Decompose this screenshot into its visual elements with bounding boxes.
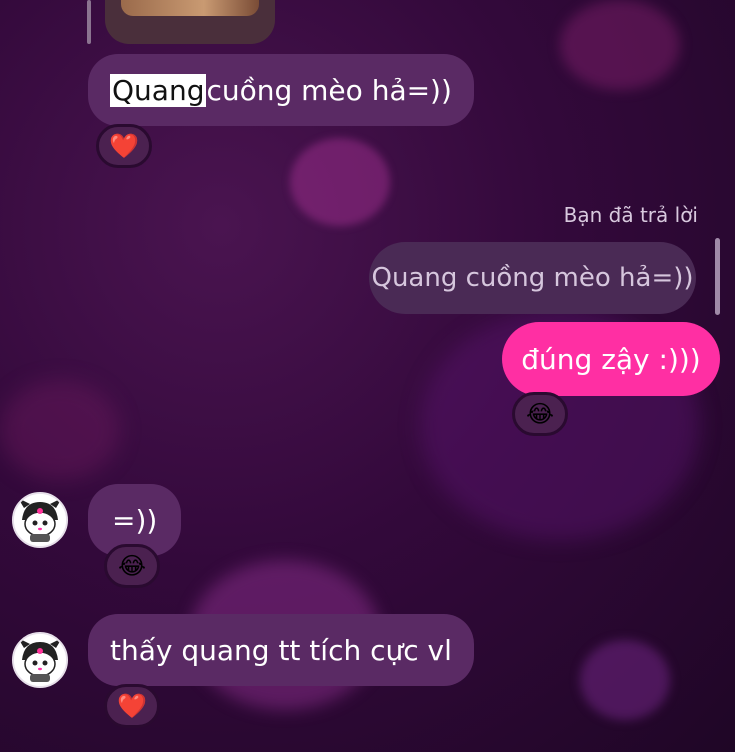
quoted-text: Quang cuồng mèo hả=)) bbox=[371, 263, 694, 293]
selected-highlight-text[interactable]: Quang bbox=[110, 73, 207, 107]
reply-indicator-bar bbox=[715, 238, 720, 315]
message-bubble-incoming[interactable]: thấy quang tt tích cực vl bbox=[88, 614, 474, 686]
chat-thread: Quang cuồng mèo hả=)) ❤️ Bạn đã trả lời … bbox=[0, 0, 735, 752]
kuromi-avatar-icon bbox=[14, 634, 66, 686]
reaction-badge-laugh[interactable]: 😂 bbox=[104, 544, 160, 588]
message-bubble-outgoing[interactable]: đúng zậy :))) bbox=[502, 322, 720, 396]
reaction-badge-heart[interactable]: ❤️ bbox=[104, 684, 160, 728]
message-text: đúng zậy :))) bbox=[521, 342, 701, 376]
laughing-tears-icon: 😂 bbox=[525, 400, 555, 428]
heart-icon: ❤️ bbox=[117, 692, 147, 720]
photo-preview bbox=[121, 0, 259, 16]
reaction-badge-laugh[interactable]: 😂 bbox=[512, 392, 568, 436]
kuromi-avatar-icon bbox=[14, 494, 66, 546]
quoted-message[interactable]: Quang cuồng mèo hả=)) bbox=[369, 242, 696, 314]
shared-photo-thumbnail[interactable] bbox=[105, 0, 275, 44]
laughing-tears-icon: 😂 bbox=[117, 552, 147, 580]
heart-icon: ❤️ bbox=[109, 132, 139, 160]
message-text: thấy quang tt tích cực vl bbox=[110, 633, 452, 667]
reply-label: Bạn đã trả lời bbox=[563, 203, 698, 227]
message-bubble-incoming[interactable]: Quang cuồng mèo hả=)) bbox=[88, 54, 474, 126]
message-text: =)) bbox=[112, 503, 158, 537]
sender-avatar[interactable] bbox=[12, 632, 68, 688]
message-text: cuồng mèo hả=)) bbox=[206, 73, 452, 107]
reply-indicator-bar bbox=[87, 0, 91, 44]
reaction-badge-heart[interactable]: ❤️ bbox=[96, 124, 152, 168]
sender-avatar[interactable] bbox=[12, 492, 68, 548]
